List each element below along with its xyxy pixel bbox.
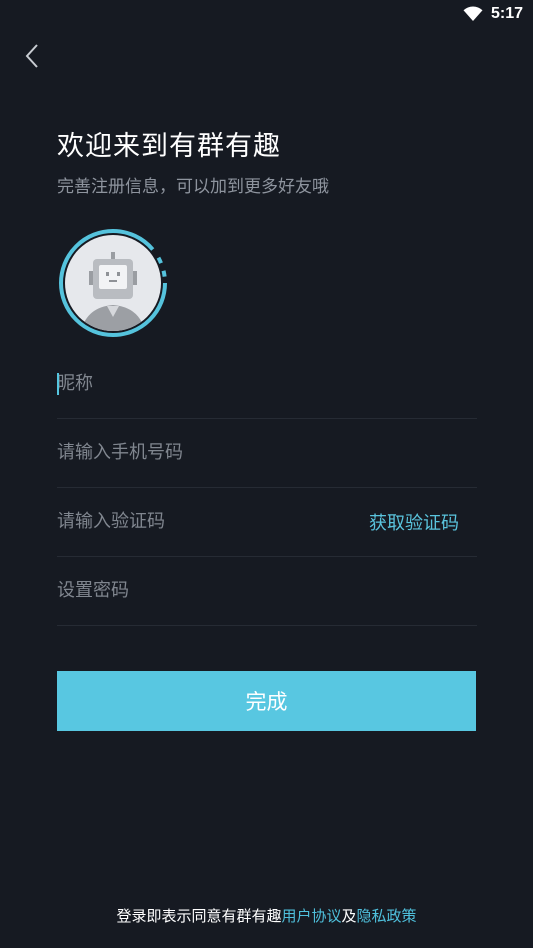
status-bar: 5:17 [0, 0, 533, 30]
nickname-input[interactable] [57, 349, 477, 418]
page-subtitle: 完善注册信息，可以加到更多好友哦 [57, 177, 329, 197]
page-title: 欢迎来到有群有趣 [57, 131, 281, 162]
agreement-prefix: 登录即表示同意有群有趣 [116, 907, 282, 925]
complete-button[interactable]: 完成 [57, 671, 476, 731]
wifi-icon [463, 6, 483, 22]
password-input[interactable] [57, 556, 477, 625]
avatar-upload[interactable] [57, 227, 169, 339]
user-agreement-link[interactable]: 用户协议 [281, 907, 341, 925]
password-field-row [57, 556, 477, 626]
status-time: 5:17 [490, 5, 523, 22]
phone-input[interactable] [57, 418, 477, 487]
phone-field-row [57, 418, 477, 488]
text-cursor [57, 373, 59, 395]
verification-code-input[interactable] [57, 487, 347, 556]
nickname-field-row [57, 349, 477, 419]
agreement-text: 登录即表示同意有群有趣用户协议及隐私政策 [0, 905, 533, 926]
robot-avatar-icon [59, 229, 167, 337]
back-button[interactable] [18, 40, 48, 72]
code-field-row: 获取验证码 [57, 487, 477, 557]
chevron-left-icon [25, 44, 38, 68]
get-code-button[interactable]: 获取验证码 [369, 509, 459, 535]
privacy-policy-link[interactable]: 隐私政策 [357, 907, 417, 925]
agreement-conjunction: 及 [341, 907, 357, 925]
